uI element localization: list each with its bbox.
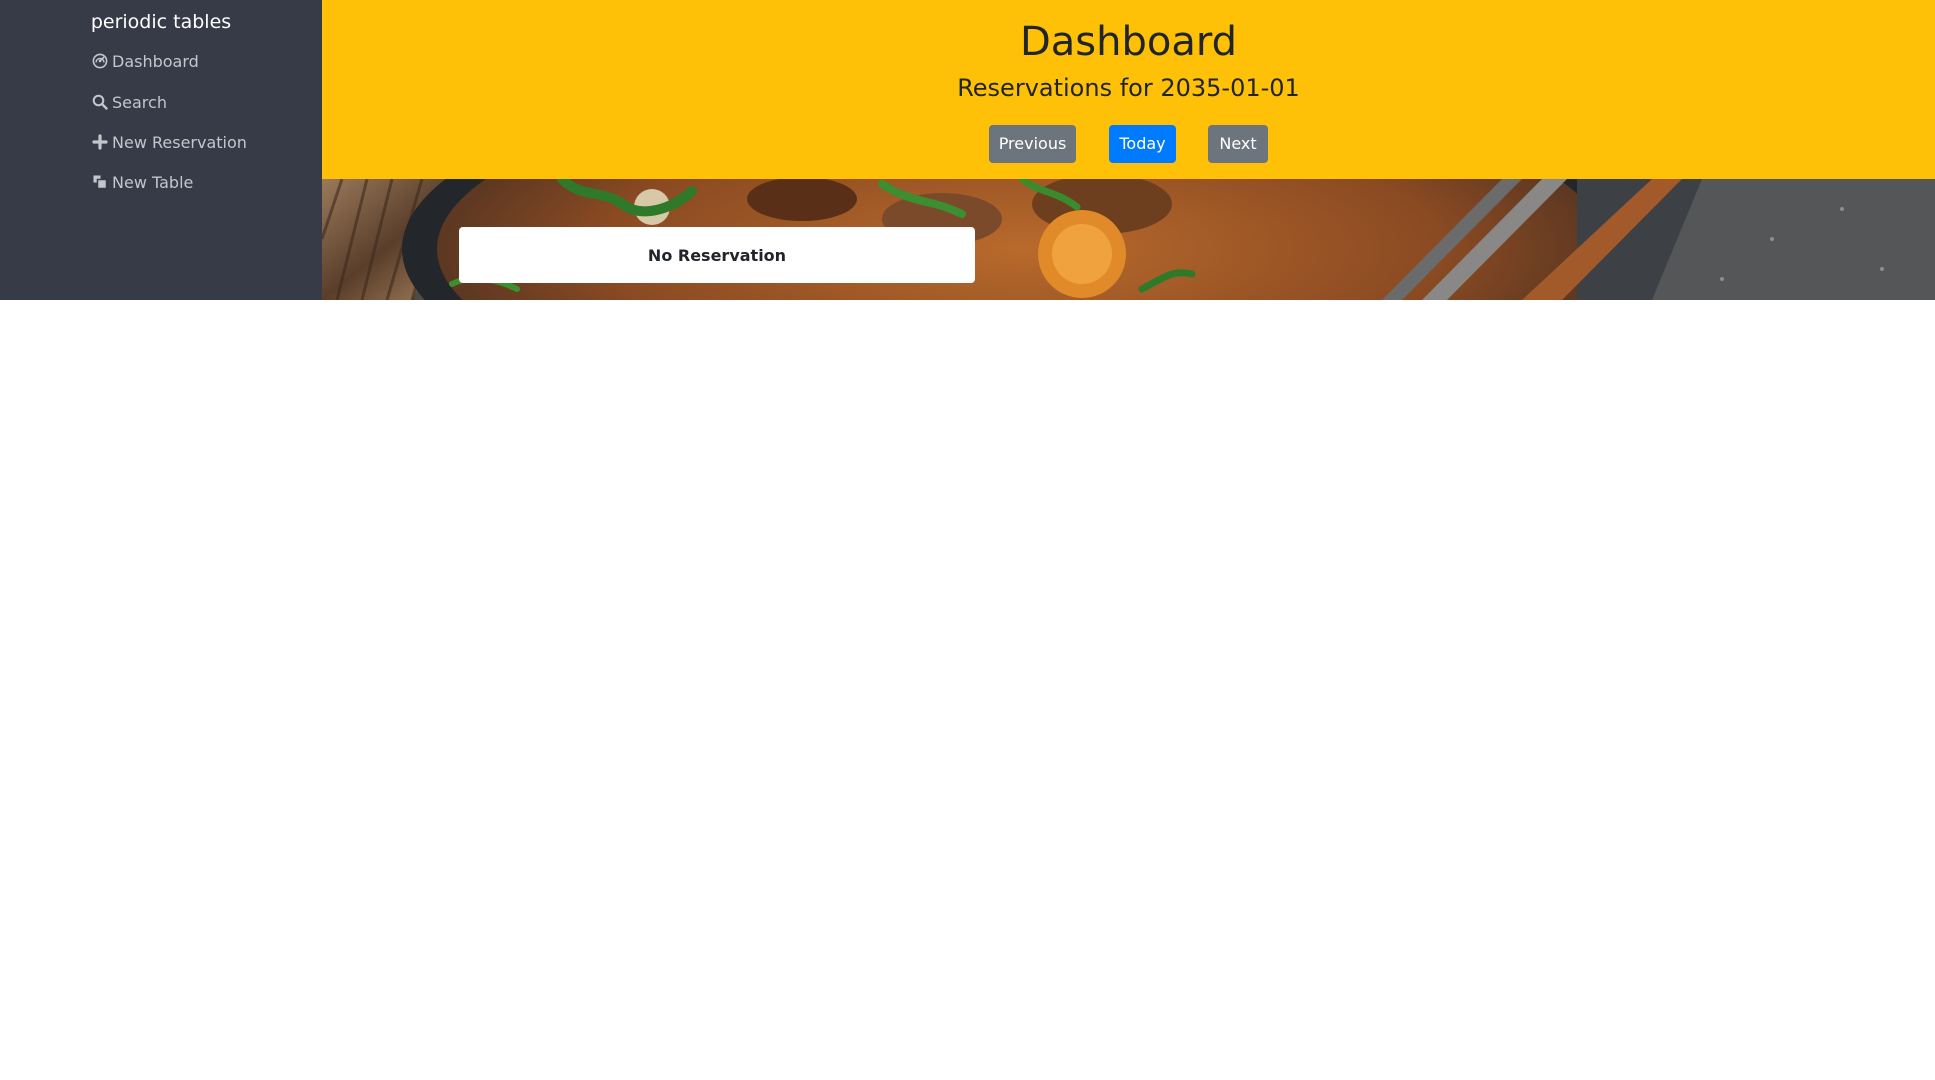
new-table-icon	[91, 173, 109, 191]
sidebar-item-label: Search	[112, 92, 167, 112]
sidebar-item-label: Dashboard	[112, 51, 199, 71]
plus-icon	[91, 133, 109, 151]
no-reservation-card: No Reservation	[459, 227, 975, 283]
app-brand[interactable]: periodic tables	[0, 10, 322, 34]
next-button[interactable]: Next	[1208, 125, 1268, 163]
reservation-date-heading: Reservations for 2035-01-01	[957, 74, 1300, 102]
dashboard-header: Dashboard Reservations for 2035-01-01 Pr…	[322, 0, 1935, 179]
no-reservation-text: No Reservation	[647, 245, 787, 265]
food-banner-image: No Reservation	[322, 179, 1935, 300]
sidebar-item-search[interactable]: Search	[91, 90, 167, 114]
sidebar-item-new-table[interactable]: New Table	[91, 170, 193, 194]
sidebar-item-label: New Reservation	[112, 132, 247, 152]
sidebar-item-dashboard[interactable]: Dashboard	[91, 49, 199, 73]
page-title: Dashboard	[1019, 19, 1237, 65]
dashboard-icon	[91, 52, 109, 70]
today-button[interactable]: Today	[1109, 125, 1176, 163]
sidebar: periodic tables Dashboard Search New Res…	[0, 0, 322, 300]
sidebar-item-new-reservation[interactable]: New Reservation	[91, 130, 247, 154]
sidebar-item-label: New Table	[112, 172, 194, 192]
previous-button[interactable]: Previous	[989, 125, 1076, 163]
search-icon	[91, 93, 109, 111]
